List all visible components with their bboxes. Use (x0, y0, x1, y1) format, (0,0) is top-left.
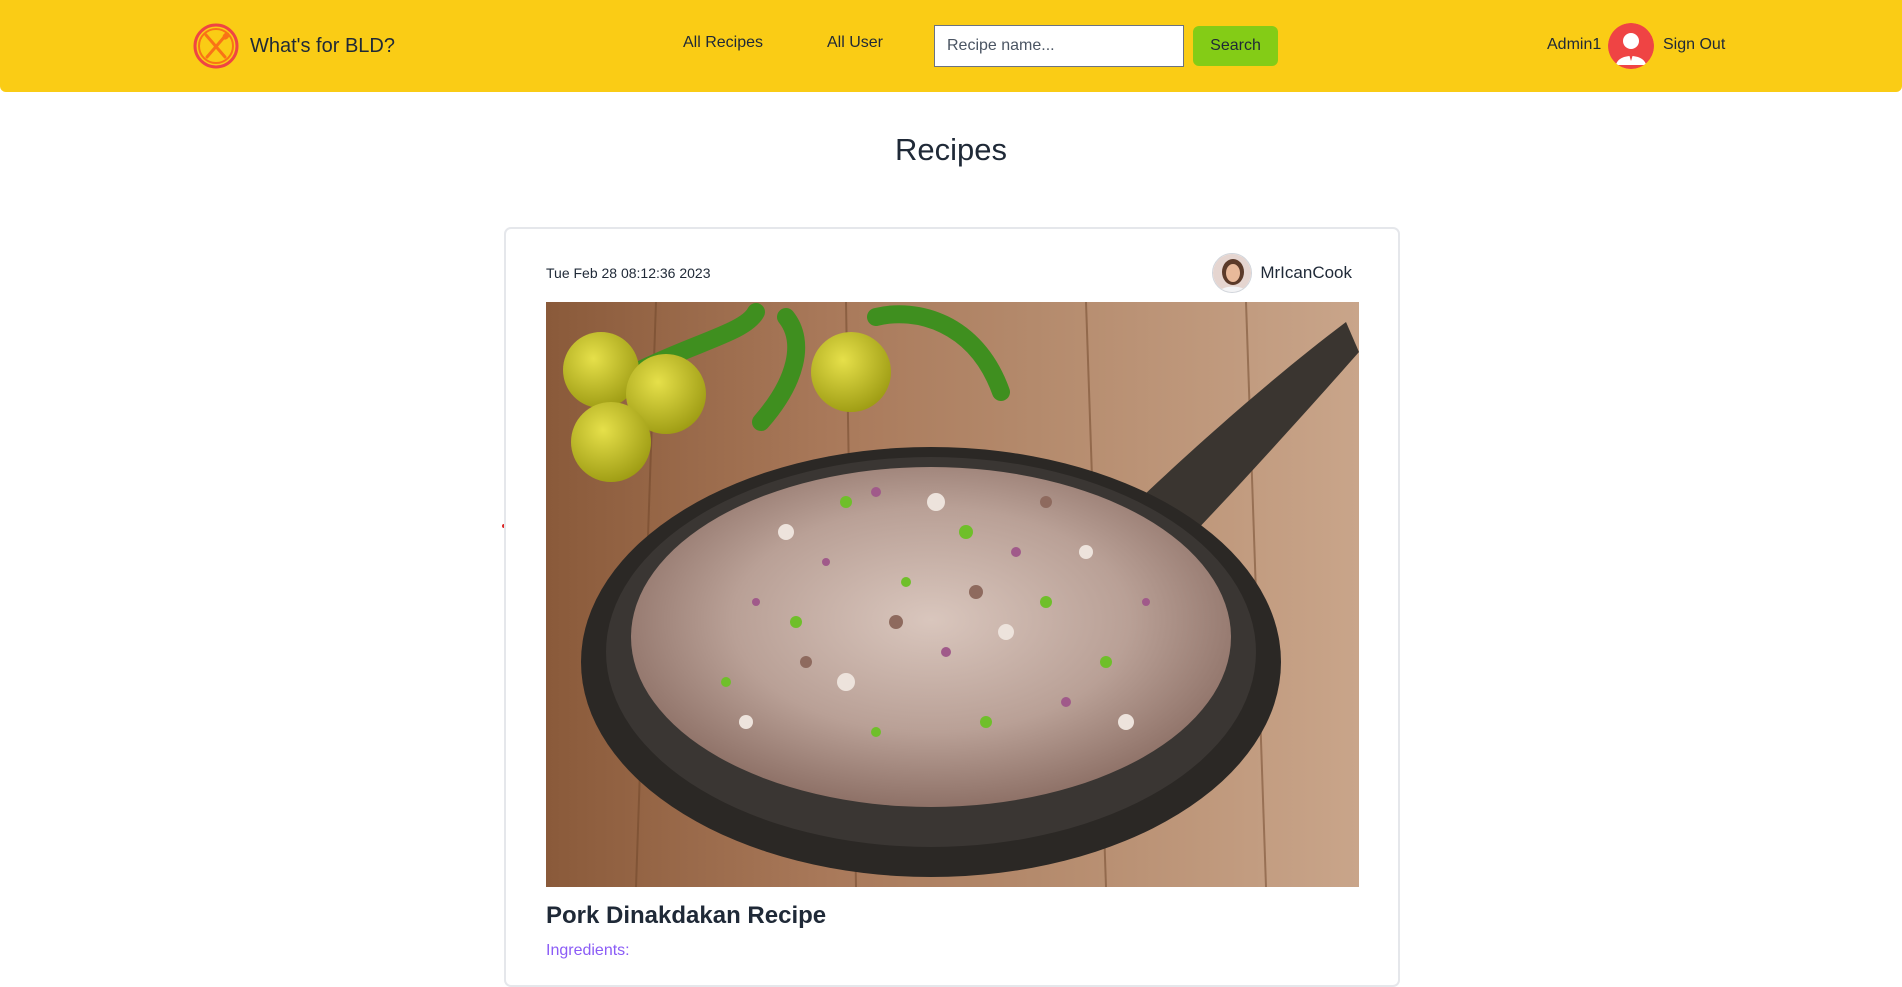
brand-link[interactable]: What's for BLD? (192, 21, 395, 71)
page-title: Recipes (895, 132, 1007, 167)
recipe-title[interactable]: Pork Dinakdakan Recipe (546, 902, 826, 930)
user-avatar-icon[interactable] (1608, 23, 1654, 69)
author-avatar-icon (1212, 253, 1253, 293)
dinakdakan-dish-photo (546, 302, 1359, 887)
nav-all-user[interactable]: All User (827, 34, 883, 52)
recipe-card[interactable]: Tue Feb 28 08:12:36 2023 MrIcanCook Pork… (504, 227, 1400, 987)
top-navbar: What's for BLD? All Recipes All User Sea… (0, 0, 1902, 92)
ingredients-label: Ingredients: (546, 942, 630, 959)
sign-out-link[interactable]: Sign Out (1663, 36, 1725, 54)
current-user-name: Admin1 (1547, 36, 1602, 53)
search-button[interactable]: Search (1193, 26, 1278, 66)
search-input[interactable] (934, 25, 1184, 67)
author-name: MrIcanCook (1260, 263, 1352, 282)
brand-name: What's for BLD? (250, 34, 395, 57)
nav-all-recipes[interactable]: All Recipes (683, 34, 763, 52)
plate-fork-spoon-icon (193, 23, 239, 69)
recipe-author[interactable]: MrIcanCook (1212, 253, 1352, 293)
recipe-date: Tue Feb 28 08:12:36 2023 (546, 265, 711, 281)
